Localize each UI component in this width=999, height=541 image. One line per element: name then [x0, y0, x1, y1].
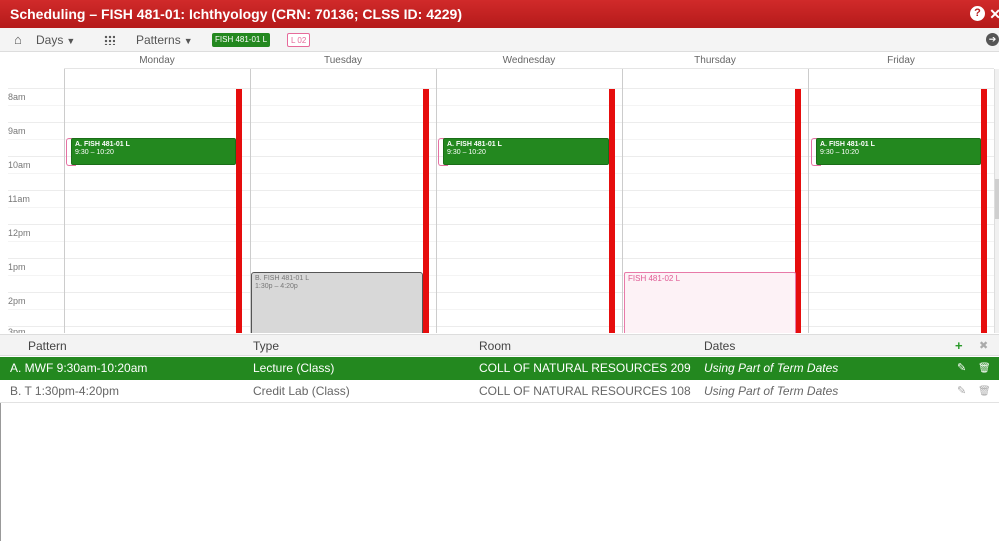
column-divider: [436, 69, 437, 333]
cell-dates: Using Part of Term Dates: [704, 384, 839, 398]
unavailable-bar: [609, 89, 615, 333]
section-tag-current[interactable]: FISH 481-01 L: [212, 33, 271, 47]
edit-icon[interactable]: ✎: [957, 380, 966, 403]
patterns-table-header: Pattern Type Room Dates + ✖: [0, 334, 999, 356]
hour-line: [8, 258, 994, 259]
half-hour-line: [8, 207, 994, 208]
event-title: A. FISH 481-01 L: [447, 141, 502, 148]
half-hour-line: [8, 309, 994, 310]
delete-icon[interactable]: 🗑: [978, 380, 991, 403]
event-time: 9:30 – 10:20: [447, 149, 486, 156]
event-monday-lecture[interactable]: A. FISH 481-01 L 9:30 – 10:20: [71, 138, 236, 165]
time-label: 10am: [8, 160, 31, 170]
hour-line: [8, 326, 994, 327]
time-label: 8am: [8, 92, 26, 102]
event-title: FISH 481-02 L: [628, 274, 681, 283]
hour-line: [8, 122, 994, 123]
cell-type: Lecture (Class): [253, 361, 335, 375]
help-icon[interactable]: ?: [970, 6, 985, 21]
time-label: 2pm: [8, 296, 26, 306]
event-friday-lecture[interactable]: A. FISH 481-01 L 9:30 – 10:20: [816, 138, 981, 165]
cell-pattern: A. MWF 9:30am-10:20am: [10, 361, 148, 375]
arrow-right-icon[interactable]: ➔: [986, 33, 999, 46]
cell-room: COLL OF NATURAL RESOURCES 209: [479, 361, 691, 375]
panel-border: [0, 403, 1, 541]
time-label: 11am: [8, 194, 30, 204]
hour-line: [8, 292, 994, 293]
unavailable-bar: [981, 89, 987, 333]
scrollbar-thumb[interactable]: [995, 179, 999, 219]
calendar-scrollbar[interactable]: [994, 69, 999, 333]
patterns-dropdown[interactable]: Patterns ▼: [136, 28, 193, 53]
column-header-pattern[interactable]: Pattern: [28, 335, 67, 357]
home-icon[interactable]: ⌂: [14, 28, 22, 52]
day-header-thursday: Thursday: [622, 53, 808, 69]
event-thursday-other-section[interactable]: FISH 481-02 L: [624, 272, 796, 333]
table-row[interactable]: B. T 1:30pm-4:20pm Credit Lab (Class) CO…: [0, 380, 999, 403]
half-hour-line: [8, 105, 994, 106]
window-title: Scheduling – FISH 481-01: Ichthyology (C…: [10, 6, 462, 22]
event-tuesday-lab[interactable]: B. FISH 481-01 L 1:30p – 4:20p: [251, 272, 423, 333]
event-time: 9:30 – 10:20: [820, 149, 859, 156]
day-header-monday: Monday: [64, 53, 250, 69]
hour-line: [8, 224, 994, 225]
days-dropdown[interactable]: Days ▼: [36, 28, 75, 53]
column-divider: [622, 69, 623, 333]
unavailable-bar: [236, 89, 242, 333]
event-wednesday-lecture[interactable]: A. FISH 481-01 L 9:30 – 10:20: [443, 138, 609, 165]
caret-down-icon: ▼: [183, 36, 193, 46]
event-title: B. FISH 481-01 L: [255, 275, 310, 282]
cell-room: COLL OF NATURAL RESOURCES 108: [479, 384, 691, 398]
column-divider: [808, 69, 809, 333]
half-hour-line: [8, 241, 994, 242]
unavailable-bar: [423, 89, 429, 333]
hour-line: [8, 190, 994, 191]
time-label: 9am: [8, 126, 26, 136]
half-hour-line: [8, 173, 994, 174]
remove-icon[interactable]: ✖: [979, 335, 988, 357]
days-label: Days: [36, 33, 64, 47]
event-title: A. FISH 481-01 L: [820, 141, 875, 148]
week-calendar: Monday Tuesday Wednesday Thursday Friday…: [0, 53, 999, 333]
delete-icon[interactable]: 🗑: [978, 357, 991, 380]
edit-icon[interactable]: ✎: [957, 357, 966, 380]
hour-line: [8, 88, 994, 89]
column-header-room[interactable]: Room: [479, 335, 511, 357]
table-row[interactable]: A. MWF 9:30am-10:20am Lecture (Class) CO…: [0, 357, 999, 380]
add-icon[interactable]: +: [955, 335, 963, 357]
window-titlebar: Scheduling – FISH 481-01: Ichthyology (C…: [0, 0, 999, 28]
event-title: A. FISH 481-01 L: [75, 141, 130, 148]
cell-type: Credit Lab (Class): [253, 384, 350, 398]
cell-pattern: B. T 1:30pm-4:20pm: [10, 384, 119, 398]
column-divider: [64, 69, 65, 333]
day-header-friday: Friday: [808, 53, 994, 69]
time-label: 3pm: [8, 327, 26, 333]
day-header-tuesday: Tuesday: [250, 53, 436, 69]
toolbar: ⌂ Days ▼ Patterns ▼ FISH 481-01 L L 02 ➔: [0, 28, 999, 52]
grid-icon[interactable]: [104, 35, 115, 45]
event-time: 1:30p – 4:20p: [255, 283, 298, 290]
day-header-wednesday: Wednesday: [436, 53, 622, 69]
column-header-type[interactable]: Type: [253, 335, 279, 357]
patterns-label: Patterns: [136, 33, 181, 47]
column-header-dates[interactable]: Dates: [704, 335, 735, 357]
section-tag-other[interactable]: L 02: [287, 33, 311, 47]
caret-down-icon: ▼: [66, 36, 76, 46]
half-hour-line: [8, 275, 994, 276]
time-label: 1pm: [8, 262, 26, 272]
cell-dates: Using Part of Term Dates: [704, 361, 839, 375]
event-time: 9:30 – 10:20: [75, 149, 114, 156]
time-label: 12pm: [8, 228, 31, 238]
close-icon[interactable]: ✕: [989, 0, 999, 28]
